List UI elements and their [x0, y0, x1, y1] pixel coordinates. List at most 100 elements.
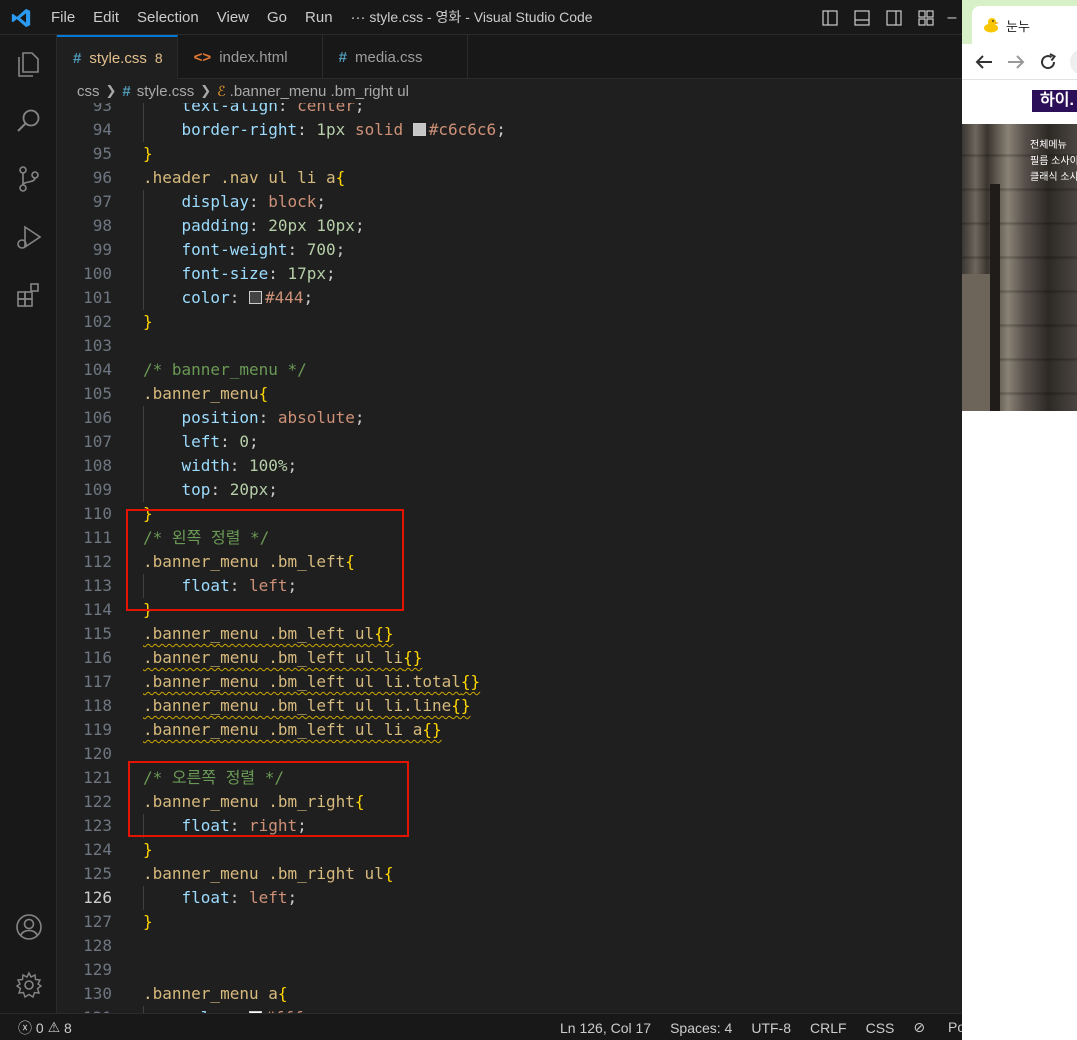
color-swatch[interactable] [412, 123, 426, 136]
source-control-button[interactable] [0, 155, 57, 203]
panel-icon [854, 9, 870, 26]
code-line[interactable]: 106 position: absolute; [57, 406, 962, 430]
chevron-right-icon: ❯ [200, 83, 212, 98]
tab-index-html[interactable]: <> index.html [178, 35, 323, 79]
banner-menu-item[interactable]: 클래식 소사 [1030, 170, 1077, 186]
breadcrumb-file[interactable]: style.css [137, 83, 195, 100]
live-server-port[interactable]: ⊘ Port : 5 [913, 1019, 962, 1036]
error-icon: ⓧ [18, 1019, 32, 1036]
code-line[interactable]: 117 .banner_menu .bm_left ul li.total{} [57, 670, 962, 694]
language-mode[interactable]: CSS [866, 1020, 895, 1036]
menu-more[interactable]: ··· [342, 9, 375, 26]
code-line[interactable]: 116 .banner_menu .bm_left ul li{} [57, 646, 962, 670]
code-line[interactable]: 98 padding: 20px 10px; [57, 214, 962, 238]
menu-file[interactable]: File [42, 9, 84, 26]
code-line[interactable]: 94 border-right: 1px solid #c6c6c6; [57, 118, 962, 142]
tab-style-css[interactable]: # style.css 8 [57, 35, 178, 79]
customize-layout-button[interactable] [910, 0, 942, 35]
manage-button[interactable] [0, 961, 57, 1009]
code-line[interactable]: 105 .banner_menu{ [57, 382, 962, 406]
indentation[interactable]: Spaces: 4 [670, 1020, 732, 1036]
code-line[interactable]: 95} [57, 142, 962, 166]
photo-shape [962, 274, 992, 411]
breadcrumb-folder[interactable]: css [77, 83, 100, 100]
run-debug-icon [16, 225, 41, 249]
code-line[interactable]: 131 color: #fff; [57, 1006, 962, 1013]
code-line[interactable]: 118 .banner_menu .bm_left ul li.line{} [57, 694, 962, 718]
address-bar[interactable] [1070, 49, 1077, 75]
reload-icon[interactable] [1036, 50, 1060, 74]
line-number: 94 [92, 120, 112, 139]
code-line[interactable]: 96 .header .nav ul li a{ [57, 166, 962, 190]
tab-label: style.css [89, 49, 147, 67]
line-number: 96 [92, 168, 112, 187]
menu-go[interactable]: Go [258, 9, 296, 26]
line-number: 113 [83, 576, 112, 595]
menu-run[interactable]: Run [296, 9, 342, 26]
vscode-window: File Edit Selection View Go Run ··· styl… [0, 0, 962, 1040]
code-token: 0 [239, 432, 249, 451]
html-file-icon: <> [193, 48, 212, 66]
toggle-primary-sidebar-button[interactable] [814, 0, 846, 35]
banner-menu-item[interactable]: 필름 소사이 [1030, 154, 1077, 170]
menu-edit[interactable]: Edit [84, 9, 128, 26]
line-number: 124 [83, 840, 112, 859]
back-arrow-icon[interactable] [972, 50, 996, 74]
problems-indicator[interactable]: ⓧ 0 ⚠ 8 [18, 1014, 72, 1040]
code-line[interactable]: 108 width: 100%; [57, 454, 962, 478]
code-line[interactable]: 99 font-weight: 700; [57, 238, 962, 262]
color-swatch[interactable] [248, 291, 262, 304]
accounts-button[interactable] [0, 903, 57, 951]
tab-media-css[interactable]: # media.css [323, 35, 468, 79]
code-line[interactable]: 119 .banner_menu .bm_left ul li a{} [57, 718, 962, 742]
line-number: 105 [83, 384, 112, 403]
menu-selection[interactable]: Selection [128, 9, 208, 26]
code-line[interactable]: 101 color: #444; [57, 286, 962, 310]
code-line[interactable]: 97 display: block; [57, 190, 962, 214]
code-line[interactable]: 104 /* banner_menu */ [57, 358, 962, 382]
breadcrumb-symbol[interactable]: .banner_menu .bm_right ul [230, 83, 409, 100]
tab-label: media.css [355, 48, 423, 66]
chevron-right-icon: ❯ [105, 83, 117, 98]
code-line[interactable]: 107 left: 0; [57, 430, 962, 454]
code-line[interactable]: 115 .banner_menu .bm_left ul{} [57, 622, 962, 646]
code-editor[interactable]: 93 text-align: center; 94 border-right: 1… [57, 103, 962, 1013]
code-line[interactable]: 102} [57, 310, 962, 334]
code-line[interactable]: 103 [57, 334, 962, 358]
code-text: color: #fff; [143, 1006, 313, 1013]
code-line[interactable]: 126 float: left; [57, 886, 962, 910]
minimize-icon[interactable]: – [942, 9, 962, 27]
code-line[interactable]: 130 .banner_menu a{ [57, 982, 962, 1006]
code-token: ; [268, 480, 278, 499]
end-of-line[interactable]: CRLF [810, 1020, 847, 1036]
forward-arrow-icon[interactable] [1004, 50, 1028, 74]
explorer-button[interactable] [0, 40, 57, 88]
banner-menu-item[interactable]: 전체메뉴 [1030, 138, 1077, 154]
code-line[interactable]: 93 text-align: center; [57, 103, 962, 118]
browser-tab[interactable]: 눈누 [972, 6, 1077, 44]
encoding[interactable]: UTF-8 [751, 1020, 791, 1036]
code-token: left [248, 888, 288, 907]
code-line[interactable]: 125 .banner_menu .bm_right ul{ [57, 862, 962, 886]
cursor-position[interactable]: Ln 126, Col 17 [560, 1020, 651, 1036]
code-line[interactable]: 124} [57, 838, 962, 862]
search-button[interactable] [0, 97, 57, 145]
run-debug-button[interactable] [0, 213, 57, 261]
toggle-panel-button[interactable] [846, 0, 878, 35]
code-token: .banner_menu a [143, 984, 278, 1003]
code-text: /* banner_menu */ [143, 358, 307, 382]
code-line[interactable]: 129 [57, 958, 962, 982]
toggle-secondary-sidebar-button[interactable] [878, 0, 910, 35]
code-line[interactable]: 127} [57, 910, 962, 934]
layout-grid-icon [918, 9, 934, 26]
code-line[interactable]: 109 top: 20px; [57, 478, 962, 502]
code-line[interactable]: 128 [57, 934, 962, 958]
site-logo[interactable]: 하이. [1032, 90, 1077, 112]
line-number: 114 [83, 600, 112, 619]
extensions-button[interactable] [0, 271, 57, 319]
code-token: ; [248, 432, 259, 451]
menu-view[interactable]: View [208, 9, 258, 26]
line-number: 117 [83, 672, 112, 691]
code-token: .header .nav ul li a [143, 168, 336, 187]
code-line[interactable]: 100 font-size: 17px; [57, 262, 962, 286]
